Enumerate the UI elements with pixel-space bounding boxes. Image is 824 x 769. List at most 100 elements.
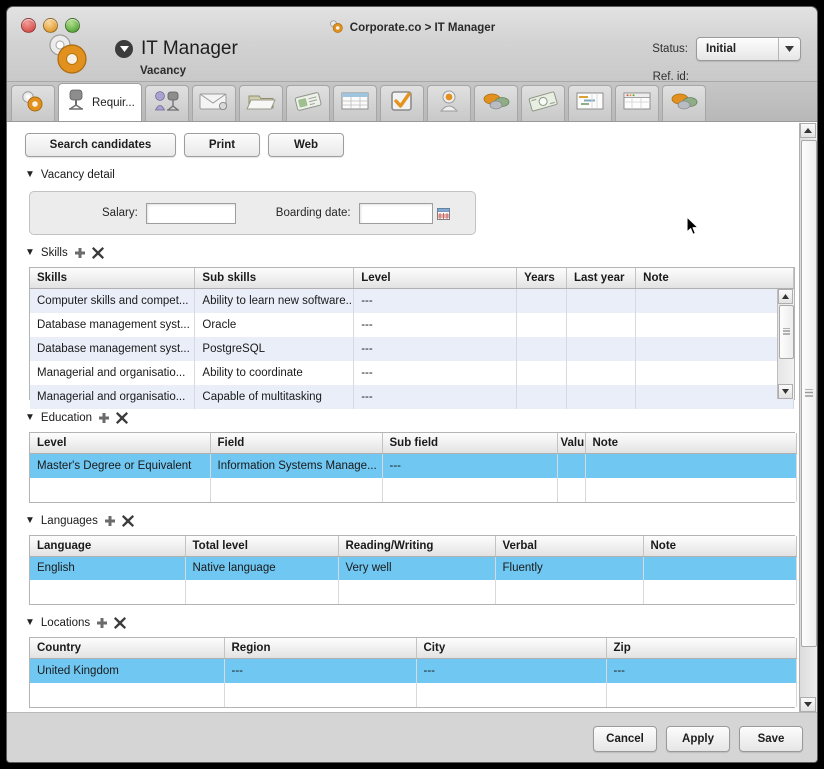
cell-years[interactable]: [516, 288, 567, 313]
section-header-skills[interactable]: ▼ Skills: [7, 247, 800, 259]
tab-id-card[interactable]: [285, 85, 330, 121]
cell-sub-skill[interactable]: Capable of multitasking: [194, 384, 355, 409]
cell-sub-skill[interactable]: PostgreSQL: [194, 336, 355, 361]
table-row[interactable]: United Kingdom --- --- ---: [30, 658, 797, 683]
cell-note[interactable]: [635, 312, 794, 337]
cell-zip[interactable]: [606, 682, 797, 707]
cell-note[interactable]: [643, 580, 797, 604]
tab-spreadsheet[interactable]: [332, 85, 377, 121]
cell-last-year[interactable]: [566, 384, 637, 409]
cell-last-year[interactable]: [566, 336, 637, 361]
column-header-language[interactable]: Language: [30, 535, 186, 557]
cell-sub-field[interactable]: ---: [382, 453, 558, 478]
search-candidates-button[interactable]: Search candidates: [25, 133, 176, 157]
table-row[interactable]: Computer skills and compet... Ability to…: [30, 288, 794, 313]
tab-reports[interactable]: [473, 85, 518, 121]
scrollbar-thumb[interactable]: [779, 305, 794, 359]
cell-skill[interactable]: Managerial and organisatio...: [30, 360, 196, 385]
triangle-down-icon[interactable]: ▼: [25, 170, 35, 180]
table-row[interactable]: Master's Degree or Equivalent Informatio…: [30, 453, 797, 478]
cell-last-year[interactable]: [566, 288, 637, 313]
tab-window-table[interactable]: [614, 85, 659, 121]
cancel-button[interactable]: Cancel: [593, 726, 657, 752]
tab-mail[interactable]: [191, 85, 236, 121]
cell-level[interactable]: ---: [353, 288, 518, 313]
plus-icon[interactable]: [74, 247, 86, 259]
salary-input[interactable]: [145, 202, 236, 224]
tab-person-badge[interactable]: [426, 85, 471, 121]
table-row[interactable]: [30, 682, 797, 707]
boarding-date-input[interactable]: [358, 202, 433, 224]
cell-years[interactable]: [516, 336, 567, 361]
cell-sub-field[interactable]: [382, 477, 558, 502]
cross-icon[interactable]: [116, 412, 129, 424]
section-header-languages[interactable]: ▼ Languages: [7, 514, 800, 527]
cell-country[interactable]: United Kingdom: [30, 658, 225, 683]
column-header-level[interactable]: Level: [30, 433, 211, 454]
column-header-zip[interactable]: Zip: [606, 638, 797, 659]
table-row[interactable]: Managerial and organisatio... Ability to…: [30, 360, 794, 385]
skills-vertical-scrollbar[interactable]: [777, 289, 794, 399]
table-row[interactable]: Database management syst... Oracle ---: [30, 312, 794, 337]
cell-total-level[interactable]: [185, 580, 339, 604]
column-header-sub-field[interactable]: Sub field: [382, 433, 558, 454]
cell-note[interactable]: [643, 556, 797, 580]
cell-note[interactable]: [585, 477, 797, 502]
print-button[interactable]: Print: [184, 133, 260, 157]
cell-reading-writing[interactable]: Very well: [338, 556, 496, 580]
column-header-total-level[interactable]: Total level: [185, 535, 339, 557]
plus-icon[interactable]: [96, 617, 108, 629]
cell-sub-skill[interactable]: Ability to coordinate: [194, 360, 355, 385]
column-header-region[interactable]: Region: [224, 638, 417, 659]
tab-analytics[interactable]: [661, 85, 706, 121]
tab-general[interactable]: [11, 85, 55, 121]
column-header-reading-writing[interactable]: Reading/Writing: [338, 535, 496, 557]
scroll-down-arrow-icon[interactable]: [800, 697, 816, 712]
chevron-down-icon[interactable]: [778, 38, 800, 60]
column-header-sub-skills[interactable]: Sub skills: [194, 268, 355, 289]
cell-last-year[interactable]: [566, 312, 637, 337]
save-button[interactable]: Save: [739, 726, 803, 752]
column-header-skills[interactable]: Skills: [30, 268, 196, 289]
cell-field[interactable]: [210, 477, 383, 502]
column-header-verbal[interactable]: Verbal: [495, 535, 644, 557]
close-button[interactable]: [21, 18, 36, 33]
cell-value[interactable]: [557, 477, 586, 502]
table-row[interactable]: Managerial and organisatio... Capable of…: [30, 384, 794, 409]
cell-note[interactable]: [635, 288, 794, 313]
section-header-locations[interactable]: ▼ Locations: [7, 617, 800, 629]
cell-skill[interactable]: Database management syst...: [30, 312, 196, 337]
cross-icon[interactable]: [121, 514, 134, 527]
column-header-city[interactable]: City: [416, 638, 607, 659]
tab-gantt[interactable]: [567, 85, 612, 121]
cell-skill[interactable]: Database management syst...: [30, 336, 196, 361]
plus-icon[interactable]: [104, 515, 116, 527]
cross-icon[interactable]: [114, 617, 127, 629]
cell-region[interactable]: ---: [224, 658, 417, 683]
web-button[interactable]: Web: [268, 133, 344, 157]
cell-skill[interactable]: Computer skills and compet...: [30, 288, 196, 313]
cell-level[interactable]: [30, 477, 211, 502]
column-header-field[interactable]: Field: [210, 433, 383, 454]
column-header-country[interactable]: Country: [30, 638, 225, 659]
cell-verbal[interactable]: Fluently: [495, 556, 644, 580]
cell-years[interactable]: [516, 384, 567, 409]
cell-level[interactable]: ---: [353, 360, 518, 385]
table-row[interactable]: [30, 477, 797, 502]
triangle-down-icon[interactable]: ▼: [25, 515, 35, 526]
cell-sub-skill[interactable]: Oracle: [194, 312, 355, 337]
page-vertical-scrollbar[interactable]: [799, 123, 817, 712]
cell-zip[interactable]: ---: [606, 658, 797, 683]
cell-note[interactable]: [635, 384, 794, 409]
column-header-years[interactable]: Years: [516, 268, 567, 289]
table-row[interactable]: [30, 580, 797, 604]
cell-skill[interactable]: Managerial and organisatio...: [30, 384, 196, 409]
apply-button[interactable]: Apply: [666, 726, 730, 752]
cell-city[interactable]: [416, 682, 607, 707]
cell-language[interactable]: [30, 580, 186, 604]
column-header-note[interactable]: Note: [643, 535, 797, 557]
triangle-down-icon[interactable]: ▼: [25, 413, 35, 423]
triangle-down-icon[interactable]: ▼: [25, 248, 35, 258]
cell-level[interactable]: ---: [353, 312, 518, 337]
cell-field[interactable]: Information Systems Manage...: [210, 453, 383, 478]
